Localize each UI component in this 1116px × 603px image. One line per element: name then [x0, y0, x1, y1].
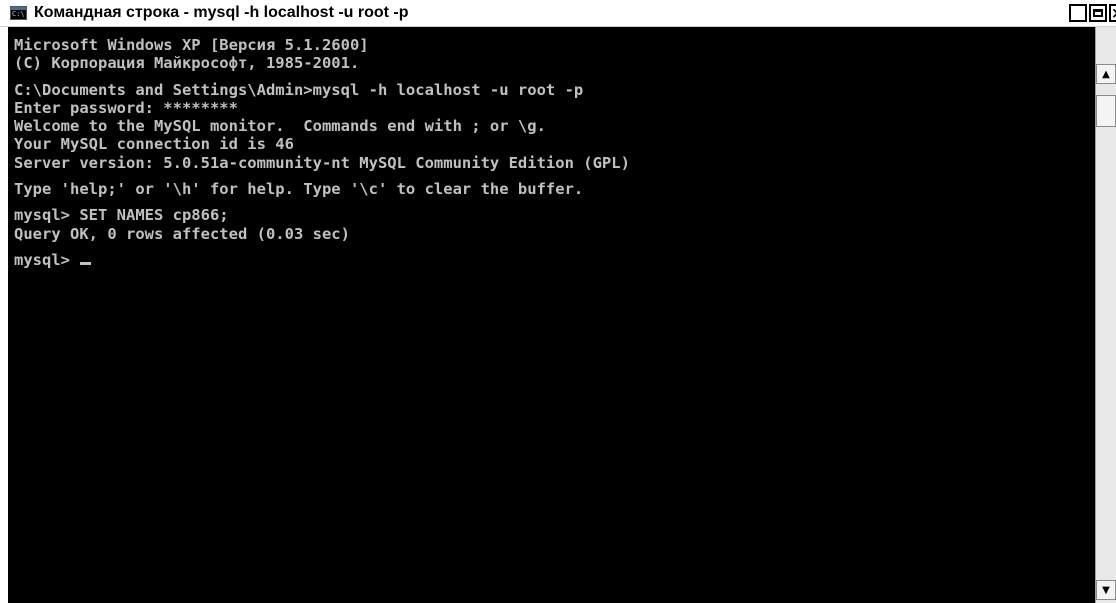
window-title: Командная строка - mysql -h localhost -u…	[34, 4, 409, 21]
console-line: C:\Documents and Settings\Admin>mysql -h…	[14, 81, 1094, 99]
minimize-button[interactable]: _	[1069, 4, 1087, 22]
console-line: Enter password: ********	[14, 99, 1094, 117]
minimize-icon: _	[1074, 3, 1082, 22]
console-line-text: Microsoft Windows XP [Версия 5.1.2600]	[14, 36, 369, 54]
scroll-down-button[interactable]: ▼	[1096, 580, 1116, 600]
maximize-icon	[1093, 9, 1103, 17]
maximize-button[interactable]	[1089, 4, 1107, 22]
console-line: Type 'help;' or '\h' for help. Type '\c'…	[14, 180, 1094, 198]
console-line: (С) Корпорация Майкрософт, 1985-2001.	[14, 54, 1094, 72]
close-button[interactable]: ×	[1109, 4, 1116, 22]
console-line: Your MySQL connection id is 46	[14, 135, 1094, 153]
command-prompt-icon[interactable]: C:\	[10, 6, 27, 20]
vertical-scrollbar[interactable]: ▲ ▼	[1095, 27, 1116, 603]
console-line: mysql>	[14, 251, 1094, 269]
console-line: Query OK, 0 rows affected (0.03 sec)	[14, 225, 1094, 243]
console-window: Microsoft Windows XP [Версия 5.1.2600] (С…	[8, 27, 1116, 603]
scroll-up-button[interactable]: ▲	[1096, 64, 1116, 84]
console-line-text: Type 'help;' or '\h' for help. Type '\c'…	[14, 180, 584, 199]
console-line-text: mysql>	[14, 250, 80, 269]
console-line: mysql> SET NAMES cp866;	[14, 206, 1094, 224]
console-line-text: Server version: 5.0.51a-community-nt MyS…	[14, 153, 630, 172]
arrow-up-icon: ▲	[1102, 68, 1110, 80]
scrollbar-thumb[interactable]	[1096, 95, 1116, 127]
console-line-text: Your MySQL connection id is 46	[14, 135, 294, 154]
icon-glyph: C:\	[12, 10, 25, 18]
console-line-text: Welcome to the MySQL monitor. Commands e…	[14, 117, 546, 136]
arrow-down-icon: ▼	[1102, 584, 1110, 596]
console-line-text: Enter password: ********	[14, 98, 238, 117]
console-line-text: C:\Documents and Settings\Admin>mysql -h…	[14, 80, 584, 99]
console-line: Welcome to the MySQL monitor. Commands e…	[14, 117, 1094, 135]
console-line-text: mysql> SET NAMES cp866;	[14, 206, 229, 225]
console-line: Server version: 5.0.51a-community-nt MyS…	[14, 154, 1094, 172]
console-line: Microsoft Windows XP [Версия 5.1.2600]	[14, 36, 1094, 54]
window-titlebar[interactable]: C:\ Командная строка - mysql -h localhos…	[0, 0, 1116, 27]
console-line-text: (С) Корпорация Майкрософт, 1985-2001.	[14, 54, 360, 73]
text-cursor	[80, 261, 92, 265]
scrollbar-track-top	[1096, 27, 1116, 64]
console-output[interactable]: Microsoft Windows XP [Версия 5.1.2600] (С…	[8, 27, 1094, 603]
console-line-text: Query OK, 0 rows affected (0.03 sec)	[14, 224, 350, 243]
close-icon: ×	[1111, 6, 1116, 20]
